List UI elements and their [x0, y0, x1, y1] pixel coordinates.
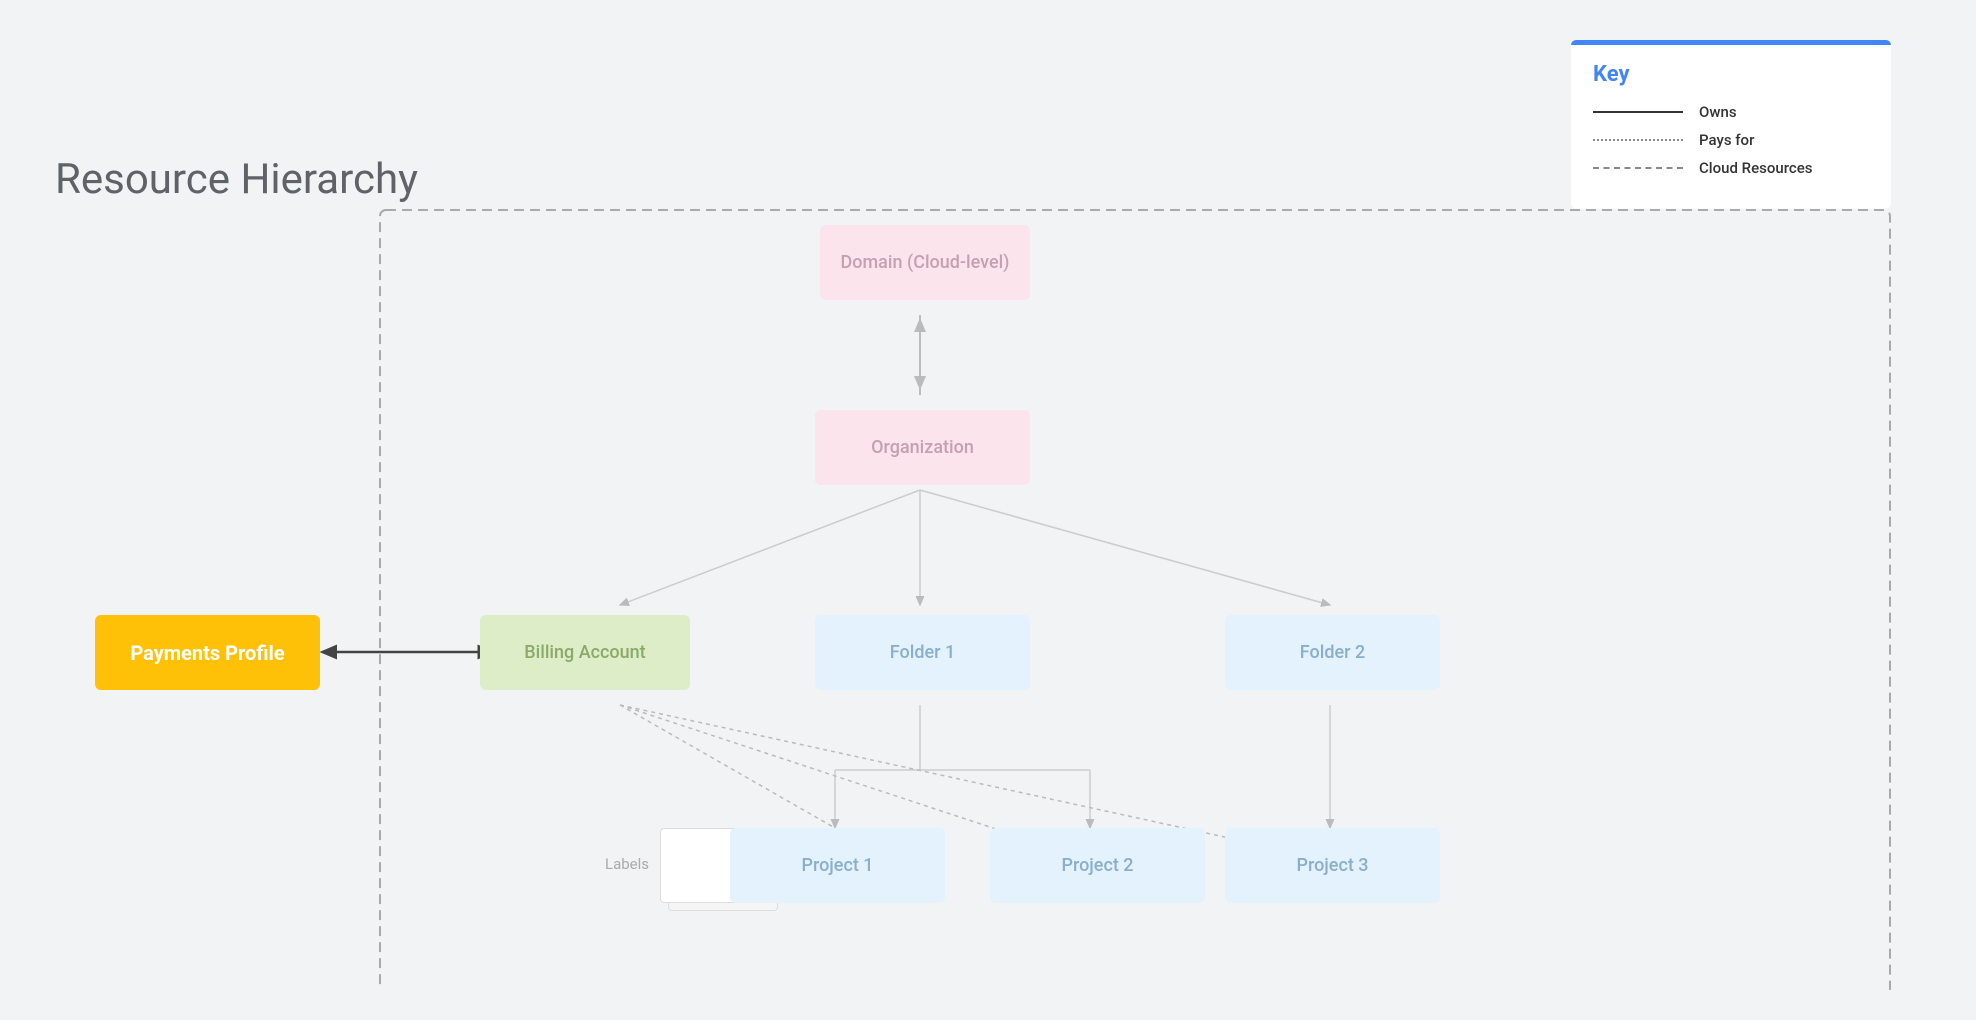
payments-profile-node: Payments Profile: [95, 615, 320, 690]
organization-node: Organization: [815, 410, 1030, 485]
key-row-owns: Owns: [1593, 103, 1869, 121]
labels-label: Labels: [605, 855, 649, 873]
folder1-node: Folder 1: [815, 615, 1030, 690]
key-label-pays: Pays for: [1699, 131, 1754, 149]
key-row-pays: Pays for: [1593, 131, 1869, 149]
key-title: Key: [1593, 62, 1869, 87]
folder2-node: Folder 2: [1225, 615, 1440, 690]
key-line-solid: [1593, 111, 1683, 113]
project1-node: Project 1: [730, 828, 945, 903]
key-accent-bar: [1571, 40, 1891, 45]
key-label-owns: Owns: [1699, 103, 1737, 121]
domain-node: Domain (Cloud-level): [820, 225, 1030, 300]
project2-node: Project 2: [990, 828, 1205, 903]
key-line-dotted: [1593, 139, 1683, 141]
diagram: Payments Profile Billing Account Domain …: [40, 160, 1936, 990]
billing-account-node: Billing Account: [480, 615, 690, 690]
project3-node: Project 3: [1225, 828, 1440, 903]
